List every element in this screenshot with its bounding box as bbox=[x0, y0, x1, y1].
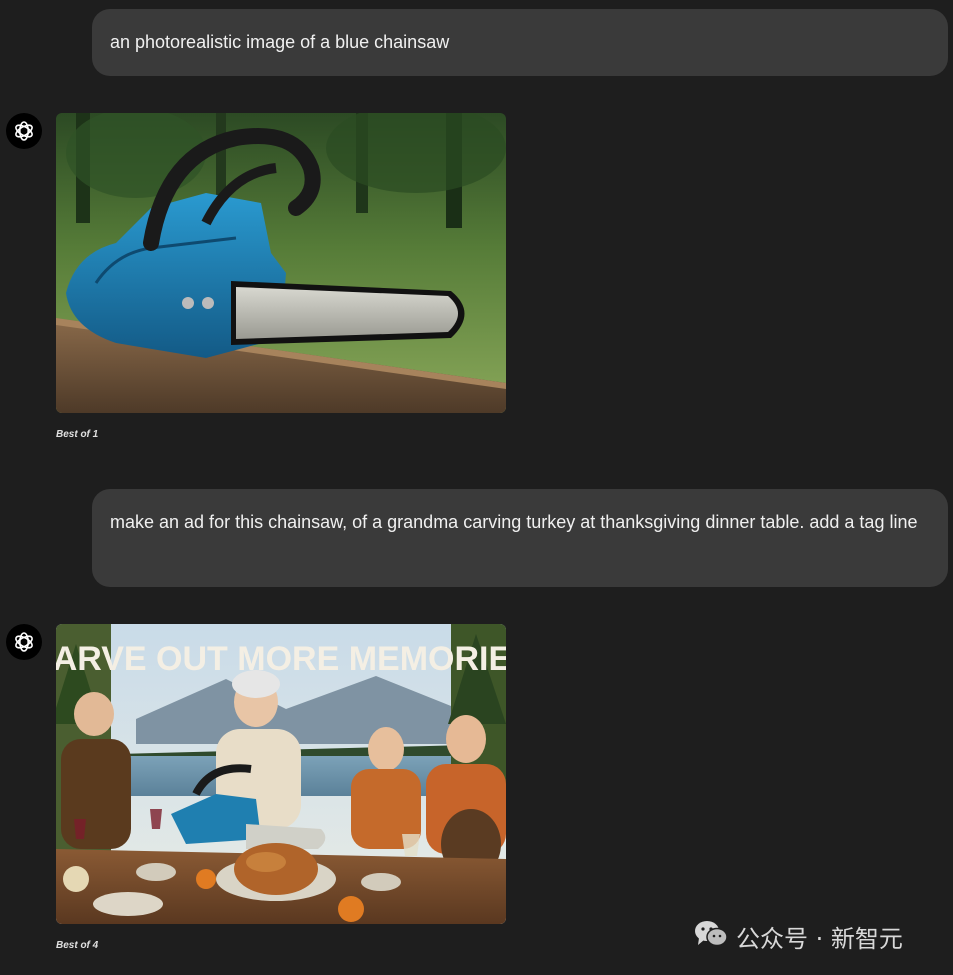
user-message-text: make an ad for this chainsaw, of a grand… bbox=[110, 512, 918, 532]
ad-tagline: CARVE OUT MORE MEMORIES bbox=[56, 640, 506, 678]
user-message: make an ad for this chainsaw, of a grand… bbox=[92, 489, 948, 587]
watermark: 公众号 · 新智元 bbox=[694, 919, 903, 954]
image-caption: Best of 1 bbox=[56, 429, 99, 440]
user-message-text: an photorealistic image of a blue chains… bbox=[110, 32, 450, 52]
user-message: an photorealistic image of a blue chains… bbox=[92, 9, 948, 76]
watermark-text: 公众号 · 新智元 bbox=[736, 925, 903, 953]
image-caption: Best of 4 bbox=[56, 940, 99, 951]
chat-thread: an photorealistic image of a blue chains… bbox=[0, 0, 953, 975]
openai-logo-icon bbox=[6, 624, 42, 660]
openai-logo-icon bbox=[6, 113, 42, 149]
generated-image-chainsaw[interactable] bbox=[56, 113, 506, 413]
generated-image-thanksgiving-ad[interactable]: CARVE OUT MORE MEMORIES bbox=[56, 624, 506, 924]
wechat-icon bbox=[694, 920, 728, 954]
